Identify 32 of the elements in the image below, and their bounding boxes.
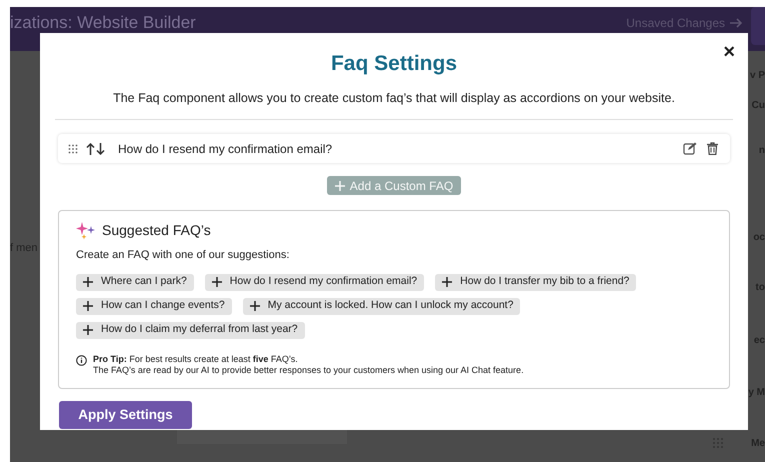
faq-row[interactable]: How do I resend my confirmation email? [58,134,730,164]
pro-tip-note: The FAQ’s are read by our AI to provide better responses to your customers when using our AI Chat feature. [93,364,524,376]
suggestion-chip[interactable]: Where can I park? [76,274,194,291]
plus-icon [83,277,93,288]
suggested-faqs-title: Suggested FAQ’s [102,221,211,240]
plus-icon [212,277,222,288]
close-button[interactable]: × [723,37,735,67]
header-title: izations: Website Builder [10,13,196,33]
plus-icon [83,301,93,312]
suggestion-chip[interactable]: How can I change events? [76,298,232,315]
modal-title: Faq Settings [330,51,457,77]
plus-icon [83,325,93,336]
sort-arrows-icon[interactable] [86,142,105,155]
sparkle-icon [76,222,96,240]
suggestion-chip[interactable]: How do I claim my deferral from last year? [76,322,305,339]
arrow-right-icon [729,18,743,28]
plus-icon [334,180,345,191]
trash-icon[interactable] [707,142,718,156]
apply-settings-button[interactable]: Apply Settings [59,400,192,429]
plus-icon [442,277,452,288]
drag-handle-icon[interactable] [68,144,78,154]
faq-question: How do I resend my confirmation email? [118,140,332,158]
plus-icon [250,301,260,312]
suggestions-intro: Create an FAQ with one of our suggestions: [76,248,290,264]
suggestion-chip[interactable]: How do I transfer my bib to a friend? [435,274,636,291]
info-icon [76,354,87,366]
edit-icon[interactable] [683,142,697,156]
drag-grid-icon [712,437,724,449]
suggestion-chip[interactable]: My account is locked. How can I unlock my account? [242,298,520,315]
suggestion-chip[interactable]: How do I resend my confirmation email? [204,274,424,291]
pro-tip-text: Pro Tip: For best results create at least five FAQ’s. [93,354,299,365]
modal-description: The Faq component allows you to create custom faq’s that will display as accordions on your website. [113,90,675,107]
